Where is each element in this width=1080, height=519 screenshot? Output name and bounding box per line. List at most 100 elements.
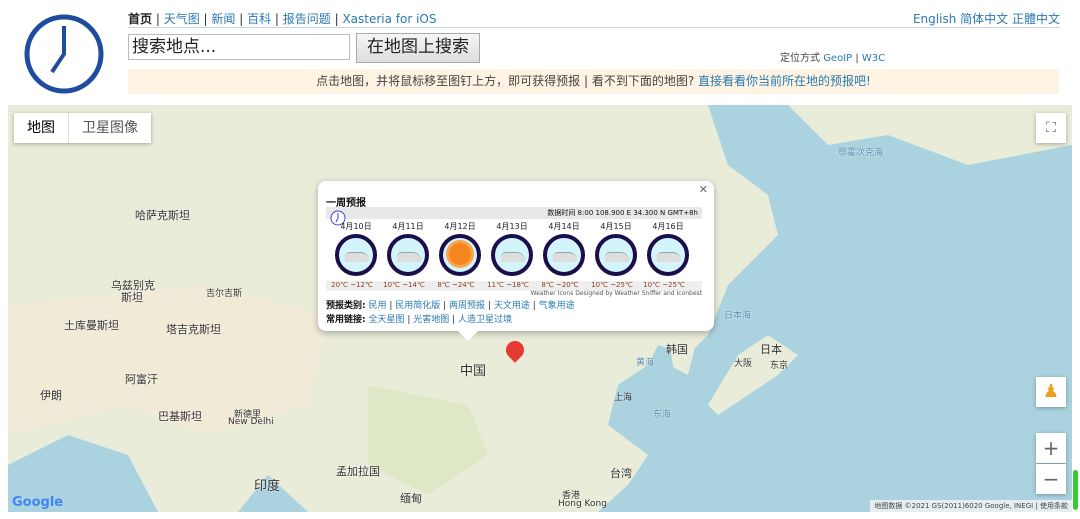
map[interactable]: 哈萨克斯坦 乌兹别克 斯坦 土库曼斯坦 塔吉克斯坦 吉尔吉斯 阿富汗 伊朗 巴基…: [8, 105, 1072, 512]
google-logo: Google: [12, 495, 64, 510]
cloudy-icon: [491, 234, 533, 276]
lang-english[interactable]: English: [913, 12, 956, 26]
temp-range: 20℃ ~12℃: [331, 281, 373, 289]
forecast-day: 4月11日: [384, 221, 432, 276]
nav-weather-map[interactable]: 天气图: [164, 12, 200, 26]
forecast-popup: 一周预报 ✕ 数据时间 8:00 108.900 E 34.300 N GMT+…: [318, 181, 714, 341]
map-label: 大阪: [734, 359, 753, 369]
day-date: 4月15日: [600, 222, 632, 231]
fullscreen-button[interactable]: ⛶: [1036, 113, 1066, 143]
notice-text: 点击地图，并将鼠标移至图钉上方，即可获得预报 | 看不到下面的地图?: [316, 74, 699, 88]
scrollbar[interactable]: [1073, 470, 1078, 510]
close-icon[interactable]: ✕: [699, 183, 708, 196]
forecast-day: 4月10日: [332, 221, 380, 276]
forecast-day: 4月13日: [488, 221, 536, 276]
map-label: 上海: [614, 393, 633, 403]
nav-home[interactable]: 首页: [128, 12, 152, 26]
forecast-day: 4月12日: [436, 221, 484, 276]
terms-link[interactable]: 使用条款: [1040, 502, 1068, 510]
locate-method: 定位方式 GeoIP | W3C: [780, 53, 886, 64]
day-date: 4月16日: [652, 222, 684, 231]
map-label: Hong Kong: [558, 499, 607, 509]
nav-news[interactable]: 新闻: [211, 12, 235, 26]
locate-label: 定位方式: [780, 53, 820, 64]
map-label: New Delhi: [228, 417, 274, 427]
zoom-in-button[interactable]: +: [1036, 433, 1066, 463]
lang-simplified[interactable]: 简体中文: [960, 12, 1008, 26]
forecast-day: 4月16日: [644, 221, 692, 276]
map-type-map[interactable]: 地图: [14, 113, 69, 143]
map-label: 印度: [254, 479, 281, 494]
map-label: 日本: [760, 343, 782, 356]
clock-logo[interactable]: [22, 12, 106, 96]
zoom-out-button[interactable]: −: [1036, 464, 1066, 494]
attribution-text: 地图数据 ©2021 GS(2011)6020 Google, INEGI: [874, 502, 1034, 510]
search-input[interactable]: 搜索地点...: [128, 34, 350, 60]
temp-range: 10℃ ~14℃: [383, 281, 425, 289]
map-label: 巴基斯坦: [158, 410, 202, 423]
temp-range: 8℃ ~24℃: [437, 281, 475, 289]
nav-report[interactable]: 报告问题: [283, 12, 331, 26]
nav-wiki[interactable]: 百科: [247, 12, 271, 26]
common-link[interactable]: 光害地图: [413, 315, 449, 325]
map-label: 缅甸: [400, 492, 422, 505]
cat-link[interactable]: 气象用途: [539, 301, 575, 311]
map-label: 台湾: [610, 467, 632, 480]
divider: [128, 27, 1060, 28]
top-nav: 首页 | 天气图 | 新闻 | 百科 | 报告问题 | Xasteria for…: [128, 12, 437, 26]
map-label: 伊朗: [40, 389, 62, 402]
lang-traditional[interactable]: 正體中文: [1012, 12, 1060, 26]
forecast-day: 4月14日: [540, 221, 588, 276]
map-attribution: 地图数据 ©2021 GS(2011)6020 Google, INEGI | …: [870, 500, 1072, 512]
categories-label: 预报类别:: [326, 301, 366, 311]
search-button[interactable]: 在地图上搜索: [356, 33, 480, 63]
map-label: 韩国: [666, 343, 688, 356]
cloudy-icon: [335, 234, 377, 276]
day-date: 4月11日: [392, 222, 424, 231]
map-label: 土库曼斯坦: [64, 319, 119, 332]
common-links: 常用链接: 全天星图 | 光害地图 | 人造卫星过境: [326, 315, 513, 325]
map-label: 孟加拉国: [336, 465, 380, 478]
locate-w3c[interactable]: W3C: [862, 53, 885, 64]
map-label: 中国: [460, 364, 487, 379]
map-label: 阿富汗: [125, 373, 158, 386]
cloudy-icon: [543, 234, 585, 276]
map-type-satellite[interactable]: 卫星图像: [69, 113, 151, 143]
cat-link[interactable]: 两周预报: [449, 301, 485, 311]
map-label: 斯坦: [121, 291, 143, 304]
map-label: 塔吉克斯坦: [166, 323, 221, 336]
data-time: 数据时间 8:00 108.900 E 34.300 N GMT+8h: [326, 207, 702, 219]
forecast-categories: 预报类别: 民用 | 民用简化版 | 两周预报 | 天文用途 | 气象用途: [326, 301, 575, 311]
forecast-days: 4月10日 4月11日 4月12日 4月13日 4月14日 4月15日 4月16…: [332, 221, 692, 276]
day-date: 4月10日: [340, 222, 372, 231]
links-label: 常用链接:: [326, 315, 366, 325]
icon-credit: Weather Icons Designed by Weather Sniffe…: [530, 290, 703, 297]
common-link[interactable]: 全天星图: [368, 315, 404, 325]
locate-geoip[interactable]: GeoIP: [823, 53, 852, 64]
cat-link[interactable]: 民用: [368, 301, 386, 311]
common-link[interactable]: 人造卫星过境: [458, 315, 512, 325]
day-date: 4月13日: [496, 222, 528, 231]
sunny-icon: [439, 234, 481, 276]
sea-label: 鄂霍次克海: [838, 148, 884, 158]
cat-link[interactable]: 民用简化版: [395, 301, 440, 311]
cloudy-icon: [647, 234, 689, 276]
cat-link[interactable]: 天文用途: [494, 301, 530, 311]
sea-label: 日本海: [724, 311, 752, 321]
forecast-day: 4月15日: [592, 221, 640, 276]
notice-bar: 点击地图，并将鼠标移至图钉上方，即可获得预报 | 看不到下面的地图? 直接看看你…: [128, 69, 1059, 94]
cloudy-icon: [595, 234, 637, 276]
nav-ios[interactable]: Xasteria for iOS: [342, 12, 436, 26]
map-type-control: 地图 卫星图像: [14, 113, 151, 143]
language-links: English 简体中文 正體中文: [913, 10, 1060, 27]
day-date: 4月12日: [444, 222, 476, 231]
map-label: 吉尔吉斯: [206, 289, 243, 299]
map-label: 哈萨克斯坦: [135, 209, 190, 222]
temp-range: 11℃ ~18℃: [487, 281, 529, 289]
cloudy-icon: [387, 234, 429, 276]
day-date: 4月14日: [548, 222, 580, 231]
sea-label: 黄海: [636, 358, 655, 368]
pegman-icon[interactable]: ♟: [1036, 377, 1066, 407]
notice-link[interactable]: 直接看看你当前所在地的预报吧!: [698, 74, 871, 88]
sea-label: 东海: [653, 410, 672, 420]
